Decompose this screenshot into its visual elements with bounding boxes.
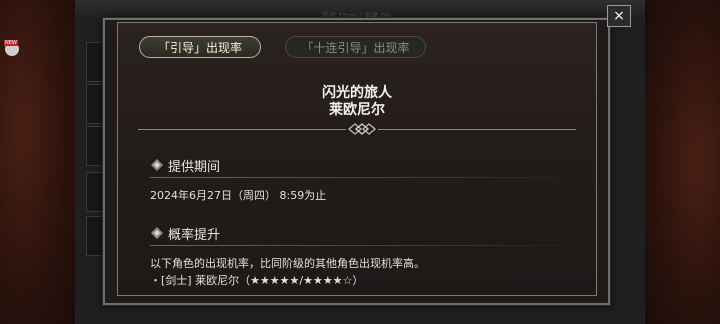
period-text: 2024年6月27日（周四） 8:59为止 — [150, 189, 327, 202]
section-heading-rateup: 概率提升 — [168, 228, 221, 243]
tab-summon-rate[interactable]: 「引导」出现率 — [139, 36, 261, 58]
tab-label: 「引导」出现率 — [157, 40, 242, 55]
divider-line-right — [378, 129, 576, 130]
rate-dialog-content: 「引导」出现率 「十连引导」出现率 闪光的旅人 莱欧尼尔 提供期间 2024年6… — [117, 22, 597, 296]
side-avatar-badge: NEW — [0, 34, 24, 64]
divider-line-left — [138, 129, 346, 130]
banner-title-line2: 莱欧尼尔 — [329, 102, 385, 118]
section-heading-period: 提供期间 — [168, 160, 221, 175]
rateup-description: 以下角色的出现机率，比同阶级的其他角色出现机率高。 — [150, 257, 425, 270]
divider-ornament-icon — [347, 123, 377, 135]
close-icon: × — [613, 8, 625, 24]
tab-ten-summon-rate[interactable]: 「十连引导」出现率 — [285, 36, 426, 58]
background-right-panel — [645, 0, 720, 324]
close-button[interactable]: × — [607, 5, 631, 27]
tab-label: 「十连引导」出现率 — [301, 40, 410, 55]
diamond-icon — [151, 159, 163, 171]
section-divider — [150, 245, 586, 246]
diamond-icon — [151, 227, 163, 239]
section-divider — [150, 177, 586, 178]
rateup-character-line: ・[剑士] 莱欧尼尔（★★★★★/★★★★☆） — [150, 274, 364, 287]
rate-dialog: 「引导」出现率 「十连引导」出现率 闪光的旅人 莱欧尼尔 提供期间 2024年6… — [103, 18, 610, 305]
